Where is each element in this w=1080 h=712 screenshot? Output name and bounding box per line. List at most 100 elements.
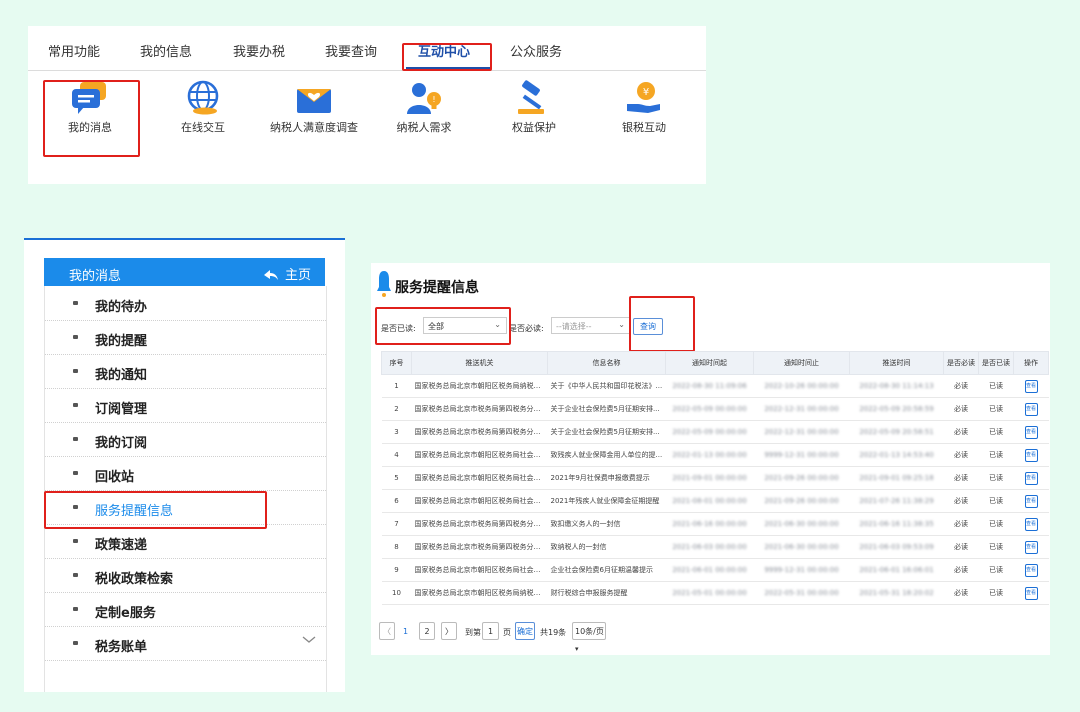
tab-query[interactable]: 我要查询 (325, 41, 377, 60)
sidebar-item-subscription-mgmt[interactable]: 订阅管理 (45, 388, 326, 423)
cell-info-name: 致残疾人就业保障金用人单位的提... (547, 443, 666, 467)
cell-index: 4 (381, 443, 412, 467)
highlight-box-read-filter (375, 307, 511, 345)
cell-index: 1 (381, 374, 412, 398)
sidebar-item-policy-express[interactable]: 政策速递 (45, 524, 326, 559)
cell-notice-end: 9999-12-31 00:00:00 (753, 443, 850, 467)
cell-notice-end-text: 2022-12-31 00:00:00 (764, 405, 839, 413)
sidebar-item-my-subscriptions[interactable]: 我的订阅 (45, 422, 326, 457)
feature-online-interaction[interactable]: 在线交互 (155, 80, 251, 134)
cell-push-time-text: 2022-05-09 20:58:59 (859, 405, 934, 413)
cell-push-org-text: 国家税务总局北京市税务局第四税务分局局站... (414, 405, 548, 413)
globe-icon (187, 80, 219, 115)
sidebar-item-notices[interactable]: 我的通知 (45, 354, 326, 389)
cell-notice-start: 2021-05-01 00:00:00 (665, 581, 754, 605)
tab-tax-handling[interactable]: 我要办税 (233, 41, 285, 60)
cell-must-read: 必读 (943, 374, 979, 398)
cell-notice-start-text: 2021-06-16 00:00:00 (672, 520, 747, 528)
sidebar-item-label: 税收政策检索 (95, 572, 174, 587)
cell-notice-start: 2021-09-01 00:00:00 (665, 466, 754, 490)
view-button[interactable]: 查看 (1024, 448, 1038, 462)
sidebar-item-reminders[interactable]: 我的提醒 (45, 320, 326, 355)
cell-push-org-text: 国家税务总局北京市朝阳区税务局社会保险费... (414, 497, 548, 505)
prev-page-button[interactable]: 〈 (379, 622, 395, 640)
feature-satisfaction-survey[interactable]: 纳税人满意度调查 (266, 80, 362, 134)
cell-push-time: 2021-06-16 11:38:35 (849, 512, 944, 536)
view-button[interactable]: 查看 (1024, 586, 1038, 600)
cell-push-org-text: 国家税务总局北京市税务局第四税务分局局站... (414, 543, 548, 551)
cell-info-name-text: 致残疾人就业保障金用人单位的提... (550, 451, 663, 459)
home-link[interactable]: 主页 (263, 264, 311, 283)
cell-notice-start: 2021-08-01 00:00:00 (665, 489, 754, 513)
cell-notice-start-text: 2021-06-03 00:00:00 (672, 543, 747, 551)
sidebar-item-label: 政策速递 (95, 538, 148, 553)
cell-notice-end-text: 2021-06-30 00:00:00 (764, 543, 839, 551)
cell-push-time-text: 2021-05-31 18:20:02 (859, 589, 934, 597)
cell-is-read: 已读 (978, 466, 1014, 490)
feature-label: 银税互动 (622, 121, 666, 134)
feature-label: 纳税人需求 (396, 121, 452, 134)
view-button[interactable]: 查看 (1024, 517, 1038, 531)
cell-is-read: 已读 (978, 512, 1014, 536)
confirm-button[interactable]: 确定 (515, 622, 535, 640)
cell-is-read-text: 已读 (989, 474, 1003, 482)
cell-info-name: 致扣缴义务人的一封信 (547, 512, 666, 536)
cell-is-read: 已读 (978, 489, 1014, 513)
page-1-link[interactable]: 1 (403, 627, 408, 636)
sidebar-item-custom-e-service[interactable]: 定制e服务 (45, 592, 326, 627)
cell-index-text: 1 (394, 382, 399, 390)
cell-push-time: 2021-05-31 18:20:02 (849, 581, 944, 605)
cell-push-time: 2022-05-09 20:58:59 (849, 397, 944, 421)
table-header-row: 序号 推送机关 信息名称 通知时间起 通知时间止 推送时间 是否必读 是否已读 … (381, 351, 1049, 375)
cell-push-time-text: 2021-06-01 16:06:01 (859, 566, 934, 574)
sidebar-item-label: 我的订阅 (95, 436, 148, 451)
cell-notice-start-text: 2022-05-09 00:00:00 (672, 428, 747, 436)
tab-my-info[interactable]: 我的信息 (140, 41, 192, 60)
cell-must-read-text: 必读 (954, 382, 968, 390)
cell-is-read: 已读 (978, 581, 1014, 605)
sidebar-item-recycle-bin[interactable]: 回收站 (45, 456, 326, 491)
cell-action: 查看 (1013, 374, 1049, 398)
cell-push-org-text: 国家税务总局北京市朝阳区税务局社会保险费... (414, 474, 548, 482)
goto-page-input[interactable]: 1 (482, 622, 499, 640)
cell-is-read: 已读 (978, 397, 1014, 421)
view-button[interactable]: 查看 (1024, 540, 1038, 554)
view-button[interactable]: 查看 (1024, 471, 1038, 485)
tab-common-functions[interactable]: 常用功能 (48, 41, 100, 60)
cell-push-org: 国家税务总局北京市税务局第四税务分局局站... (411, 420, 548, 444)
view-button[interactable]: 查看 (1024, 425, 1038, 439)
cell-must-read: 必读 (943, 535, 979, 559)
cell-index: 10 (381, 581, 412, 605)
next-page-button[interactable]: 〉 (441, 622, 457, 640)
cell-push-org: 国家税务总局北京市朝阳区税务局社会保险费... (411, 466, 548, 490)
sidebar-item-policy-search[interactable]: 税收政策检索 (45, 558, 326, 593)
sidebar-item-todo[interactable]: 我的待办 (45, 286, 326, 321)
cell-notice-start-text: 2021-06-01 00:00:00 (672, 566, 747, 574)
col-action: 操作 (1013, 351, 1049, 375)
view-button[interactable]: 查看 (1024, 494, 1038, 508)
back-arrow-icon (263, 270, 278, 280)
feature-rights-protection[interactable]: 权益保护 (486, 80, 582, 134)
cell-is-read: 已读 (978, 443, 1014, 467)
cell-action: 查看 (1013, 466, 1049, 490)
cell-is-read-text: 已读 (989, 589, 1003, 597)
cell-notice-end: 2022-05-31 00:00:00 (753, 581, 850, 605)
cell-push-time: 2022-01-13 14:53:40 (849, 443, 944, 467)
cell-must-read-text: 必读 (954, 474, 968, 482)
sidebar-item-tax-bill[interactable]: 税务账单 (45, 626, 326, 661)
feature-taxpayer-needs[interactable]: ! 纳税人需求 (376, 80, 472, 134)
per-page-select[interactable]: 10条/页 ▾ (572, 622, 606, 653)
cell-must-read-text: 必读 (954, 589, 968, 597)
tab-public-service[interactable]: 公众服务 (510, 41, 562, 60)
page-2-button[interactable]: 2 (419, 622, 435, 640)
filter-must-read-select[interactable]: --请选择-- ⌄ (551, 317, 631, 334)
view-button[interactable]: 查看 (1024, 402, 1038, 416)
view-button[interactable]: 查看 (1024, 563, 1038, 577)
cell-push-org: 国家税务总局北京市朝阳区税务局纳税服务科 (411, 374, 548, 398)
col-notice-end: 通知时间止 (753, 351, 850, 375)
cell-info-name-text: 关于企业社会保险费5月征期安排... (550, 428, 660, 436)
view-button[interactable]: 查看 (1024, 379, 1038, 393)
cell-notice-end-text: 9999-12-31 00:00:00 (764, 566, 839, 574)
feature-bank-tax-interaction[interactable]: ¥ 银税互动 (596, 80, 692, 134)
table-row: 4 国家税务总局北京市朝阳区税务局社会保险费... 致残疾人就业保障金用人单位的提.… (381, 443, 1049, 467)
